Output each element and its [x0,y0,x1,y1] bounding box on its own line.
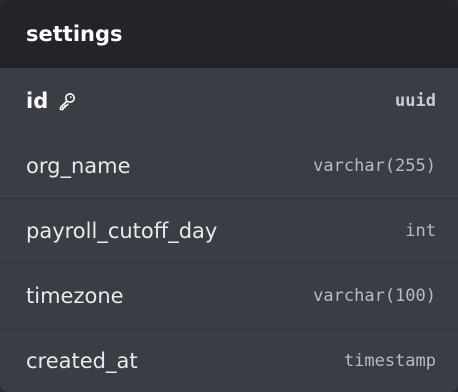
column-type-org-name: varchar(255) [313,156,436,176]
table-card: settings id uuid org_name varchar(255) p… [0,0,458,392]
table-header[interactable]: settings [0,0,458,68]
column-type-timezone: varchar(100) [313,286,436,306]
table-title: settings [26,22,123,46]
key-icon [56,90,78,112]
column-name-text: id [26,88,49,113]
column-row-payroll-cutoff-day[interactable]: payroll_cutoff_day int [0,198,458,263]
column-type-created-at: timestamp [343,351,436,371]
column-name-payroll-cutoff-day: payroll_cutoff_day [26,219,218,243]
column-name-timezone: timezone [26,284,124,308]
column-type-id: uuid [395,90,436,111]
column-type-payroll-cutoff-day: int [405,221,436,241]
column-row-org-name[interactable]: org_name varchar(255) [0,133,458,198]
column-name-org-name: org_name [26,154,131,178]
column-row-id[interactable]: id uuid [0,68,458,133]
column-name-id: id [26,89,78,113]
column-name-created-at: created_at [26,349,138,373]
column-row-created-at[interactable]: created_at timestamp [0,328,458,392]
column-list: id uuid org_name varchar(255) payroll_cu… [0,68,458,392]
column-row-timezone[interactable]: timezone varchar(100) [0,263,458,328]
